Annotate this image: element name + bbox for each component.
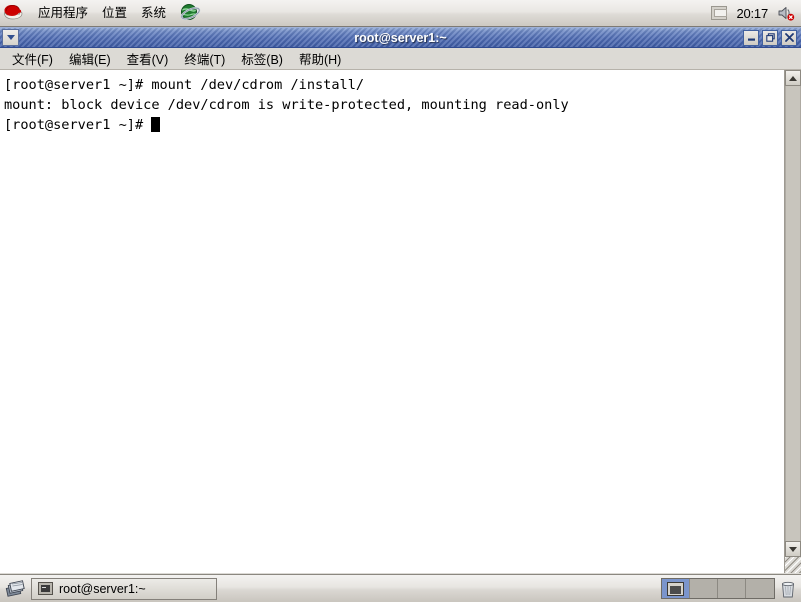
close-button[interactable] xyxy=(781,29,797,46)
top-panel-tray: 20:17 xyxy=(711,0,801,26)
scroll-up-icon[interactable] xyxy=(785,70,801,86)
workspace-4[interactable] xyxy=(746,579,774,598)
resize-grip[interactable] xyxy=(785,557,801,573)
clock[interactable]: 20:17 xyxy=(736,6,768,21)
trash-icon[interactable] xyxy=(779,579,797,599)
window-title: root@server1:~ xyxy=(354,30,447,45)
top-panel-left: 应用程序 位置 系统 xyxy=(0,0,201,26)
menubar-item-terminal[interactable]: 终端(T) xyxy=(176,47,233,71)
workspace-3[interactable] xyxy=(718,579,746,598)
workspace-switcher[interactable] xyxy=(661,578,775,599)
menubar-item-file[interactable]: 文件(F) xyxy=(4,47,61,71)
menu-places[interactable]: 位置 xyxy=(95,3,134,24)
window-titlebar[interactable]: root@server1:~ xyxy=(0,27,801,48)
menubar-item-view[interactable]: 查看(V) xyxy=(119,47,177,71)
workspace-2[interactable] xyxy=(690,579,718,598)
volume-muted-icon[interactable] xyxy=(777,4,796,22)
tray-applet-icon[interactable] xyxy=(711,6,728,20)
terminal-output[interactable]: [root@server1 ~]# mount /dev/cdrom /inst… xyxy=(0,70,784,573)
arrow-down-glyph xyxy=(789,546,797,552)
terminal-line-2: mount: block device /dev/cdrom is write-… xyxy=(4,97,569,113)
terminal-scrollbar[interactable] xyxy=(784,70,801,573)
workspace-window-thumb xyxy=(667,582,684,596)
bottom-panel: root@server1:~ xyxy=(0,574,801,602)
menubar-item-help[interactable]: 帮助(H) xyxy=(291,47,349,71)
window-menubar: 文件(F) 编辑(E) 查看(V) 终端(T) 标签(B) 帮助(H) xyxy=(0,48,801,70)
terminal-cursor xyxy=(151,117,161,132)
pager xyxy=(661,578,797,599)
scrollbar-track[interactable] xyxy=(785,86,801,541)
menu-applications[interactable]: 应用程序 xyxy=(31,3,95,24)
taskbar-button-terminal[interactable]: root@server1:~ xyxy=(31,577,217,600)
redhat-shadowman-icon[interactable] xyxy=(3,2,27,24)
workspace-1[interactable] xyxy=(662,579,690,598)
top-panel: 应用程序 位置 系统 20:17 xyxy=(0,0,801,27)
menubar-item-edit[interactable]: 编辑(E) xyxy=(61,47,119,71)
window-menu-button[interactable] xyxy=(2,29,19,46)
scroll-down-icon[interactable] xyxy=(785,541,801,557)
terminal-line-3: [root@server1 ~]# xyxy=(4,117,152,133)
taskbar-button-label: root@server1:~ xyxy=(59,581,146,596)
terminal-icon xyxy=(38,582,53,595)
arrow-up-glyph xyxy=(789,75,797,81)
menu-system[interactable]: 系统 xyxy=(134,3,173,24)
terminal-line-1: [root@server1 ~]# mount /dev/cdrom /inst… xyxy=(4,77,365,93)
terminal-area[interactable]: [root@server1 ~]# mount /dev/cdrom /inst… xyxy=(0,70,801,573)
globe-icon[interactable] xyxy=(179,2,201,24)
window-controls xyxy=(743,29,801,46)
terminal-window: root@server1:~ 文件(F) 编辑(E) 查看(V) 终端(T) 标… xyxy=(0,27,801,574)
chevron-down-icon xyxy=(6,35,15,40)
maximize-button[interactable] xyxy=(762,29,778,46)
minimize-button[interactable] xyxy=(743,29,759,46)
menubar-item-tabs[interactable]: 标签(B) xyxy=(233,47,291,71)
show-desktop-icon[interactable] xyxy=(4,578,26,600)
